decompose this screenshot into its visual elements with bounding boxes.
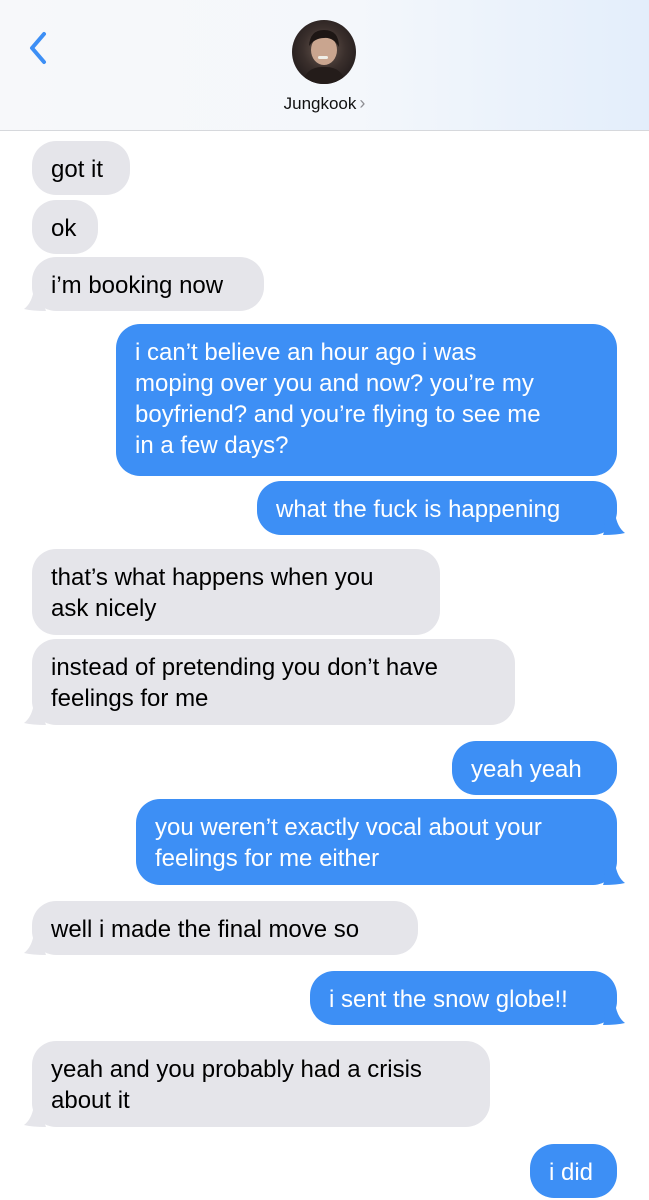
contact-name-button[interactable]: Jungkook ›: [0, 93, 649, 114]
message-line: boyfriend? and you’re flying to see me: [135, 401, 541, 428]
conversation-header: Jungkook ›: [0, 0, 649, 131]
avatar[interactable]: [292, 20, 356, 84]
message-bubble-outgoing[interactable]: i sent the snow globe!!: [310, 971, 617, 1025]
message-thread[interactable]: got it ok i’m booking now i can’t believ…: [0, 131, 649, 1200]
message-line: moping over you and now? you’re my: [135, 370, 534, 397]
message-bubble-outgoing[interactable]: what the fuck is happening: [257, 481, 617, 535]
message-line: feelings for me either: [155, 845, 380, 872]
bubble-tail: [24, 289, 46, 311]
message-line: i’m booking now: [51, 272, 224, 299]
message-bubble-outgoing[interactable]: i can’t believe an hour ago i was moping…: [116, 324, 617, 476]
message-bubble-incoming[interactable]: yeah and you probably had a crisis about…: [32, 1041, 490, 1127]
message-line: what the fuck is happening: [276, 496, 561, 523]
message-line: you weren’t exactly vocal about your: [155, 814, 542, 841]
message-bubble-incoming[interactable]: ok: [32, 200, 98, 254]
message-line: i did: [549, 1159, 594, 1186]
message-bubble-incoming[interactable]: that’s what happens when you ask nicely: [32, 549, 440, 635]
message-line: got it: [51, 156, 104, 183]
contact-name: Jungkook: [283, 94, 357, 113]
bubble-tail: [603, 1003, 625, 1025]
message-bubble-outgoing[interactable]: yeah yeah: [452, 741, 617, 795]
message-line: in a few days?: [135, 432, 289, 459]
bubble-tail: [24, 703, 46, 725]
message-line: i sent the snow globe!!: [329, 986, 568, 1013]
bubble-tail: [24, 1105, 46, 1127]
message-line: instead of pretending you don’t have: [51, 654, 438, 681]
message-bubble-incoming[interactable]: i’m booking now: [32, 257, 264, 311]
message-line: ok: [51, 215, 77, 242]
chevron-left-icon[interactable]: [22, 26, 62, 70]
message-bubble-incoming[interactable]: got it: [32, 141, 130, 195]
message-bubble-outgoing[interactable]: i did: [530, 1144, 617, 1198]
bubble-tail: [603, 513, 625, 535]
message-line: yeah yeah: [471, 756, 582, 783]
message-line: yeah and you probably had a crisis: [51, 1056, 422, 1083]
bubble-tail: [24, 933, 46, 955]
message-line: ask nicely: [51, 595, 157, 622]
message-line: well i made the final move so: [51, 916, 360, 943]
message-line: feelings for me: [51, 685, 209, 712]
message-line: about it: [51, 1087, 130, 1114]
message-bubble-incoming[interactable]: well i made the final move so: [32, 901, 418, 955]
message-line: that’s what happens when you: [51, 564, 374, 591]
message-line: i can’t believe an hour ago i was: [135, 339, 477, 366]
message-bubble-incoming[interactable]: instead of pretending you don’t have fee…: [32, 639, 515, 725]
chevron-right-icon: ›: [359, 93, 366, 113]
message-bubble-outgoing[interactable]: you weren’t exactly vocal about your fee…: [136, 799, 617, 885]
bubble-tail: [603, 863, 625, 885]
